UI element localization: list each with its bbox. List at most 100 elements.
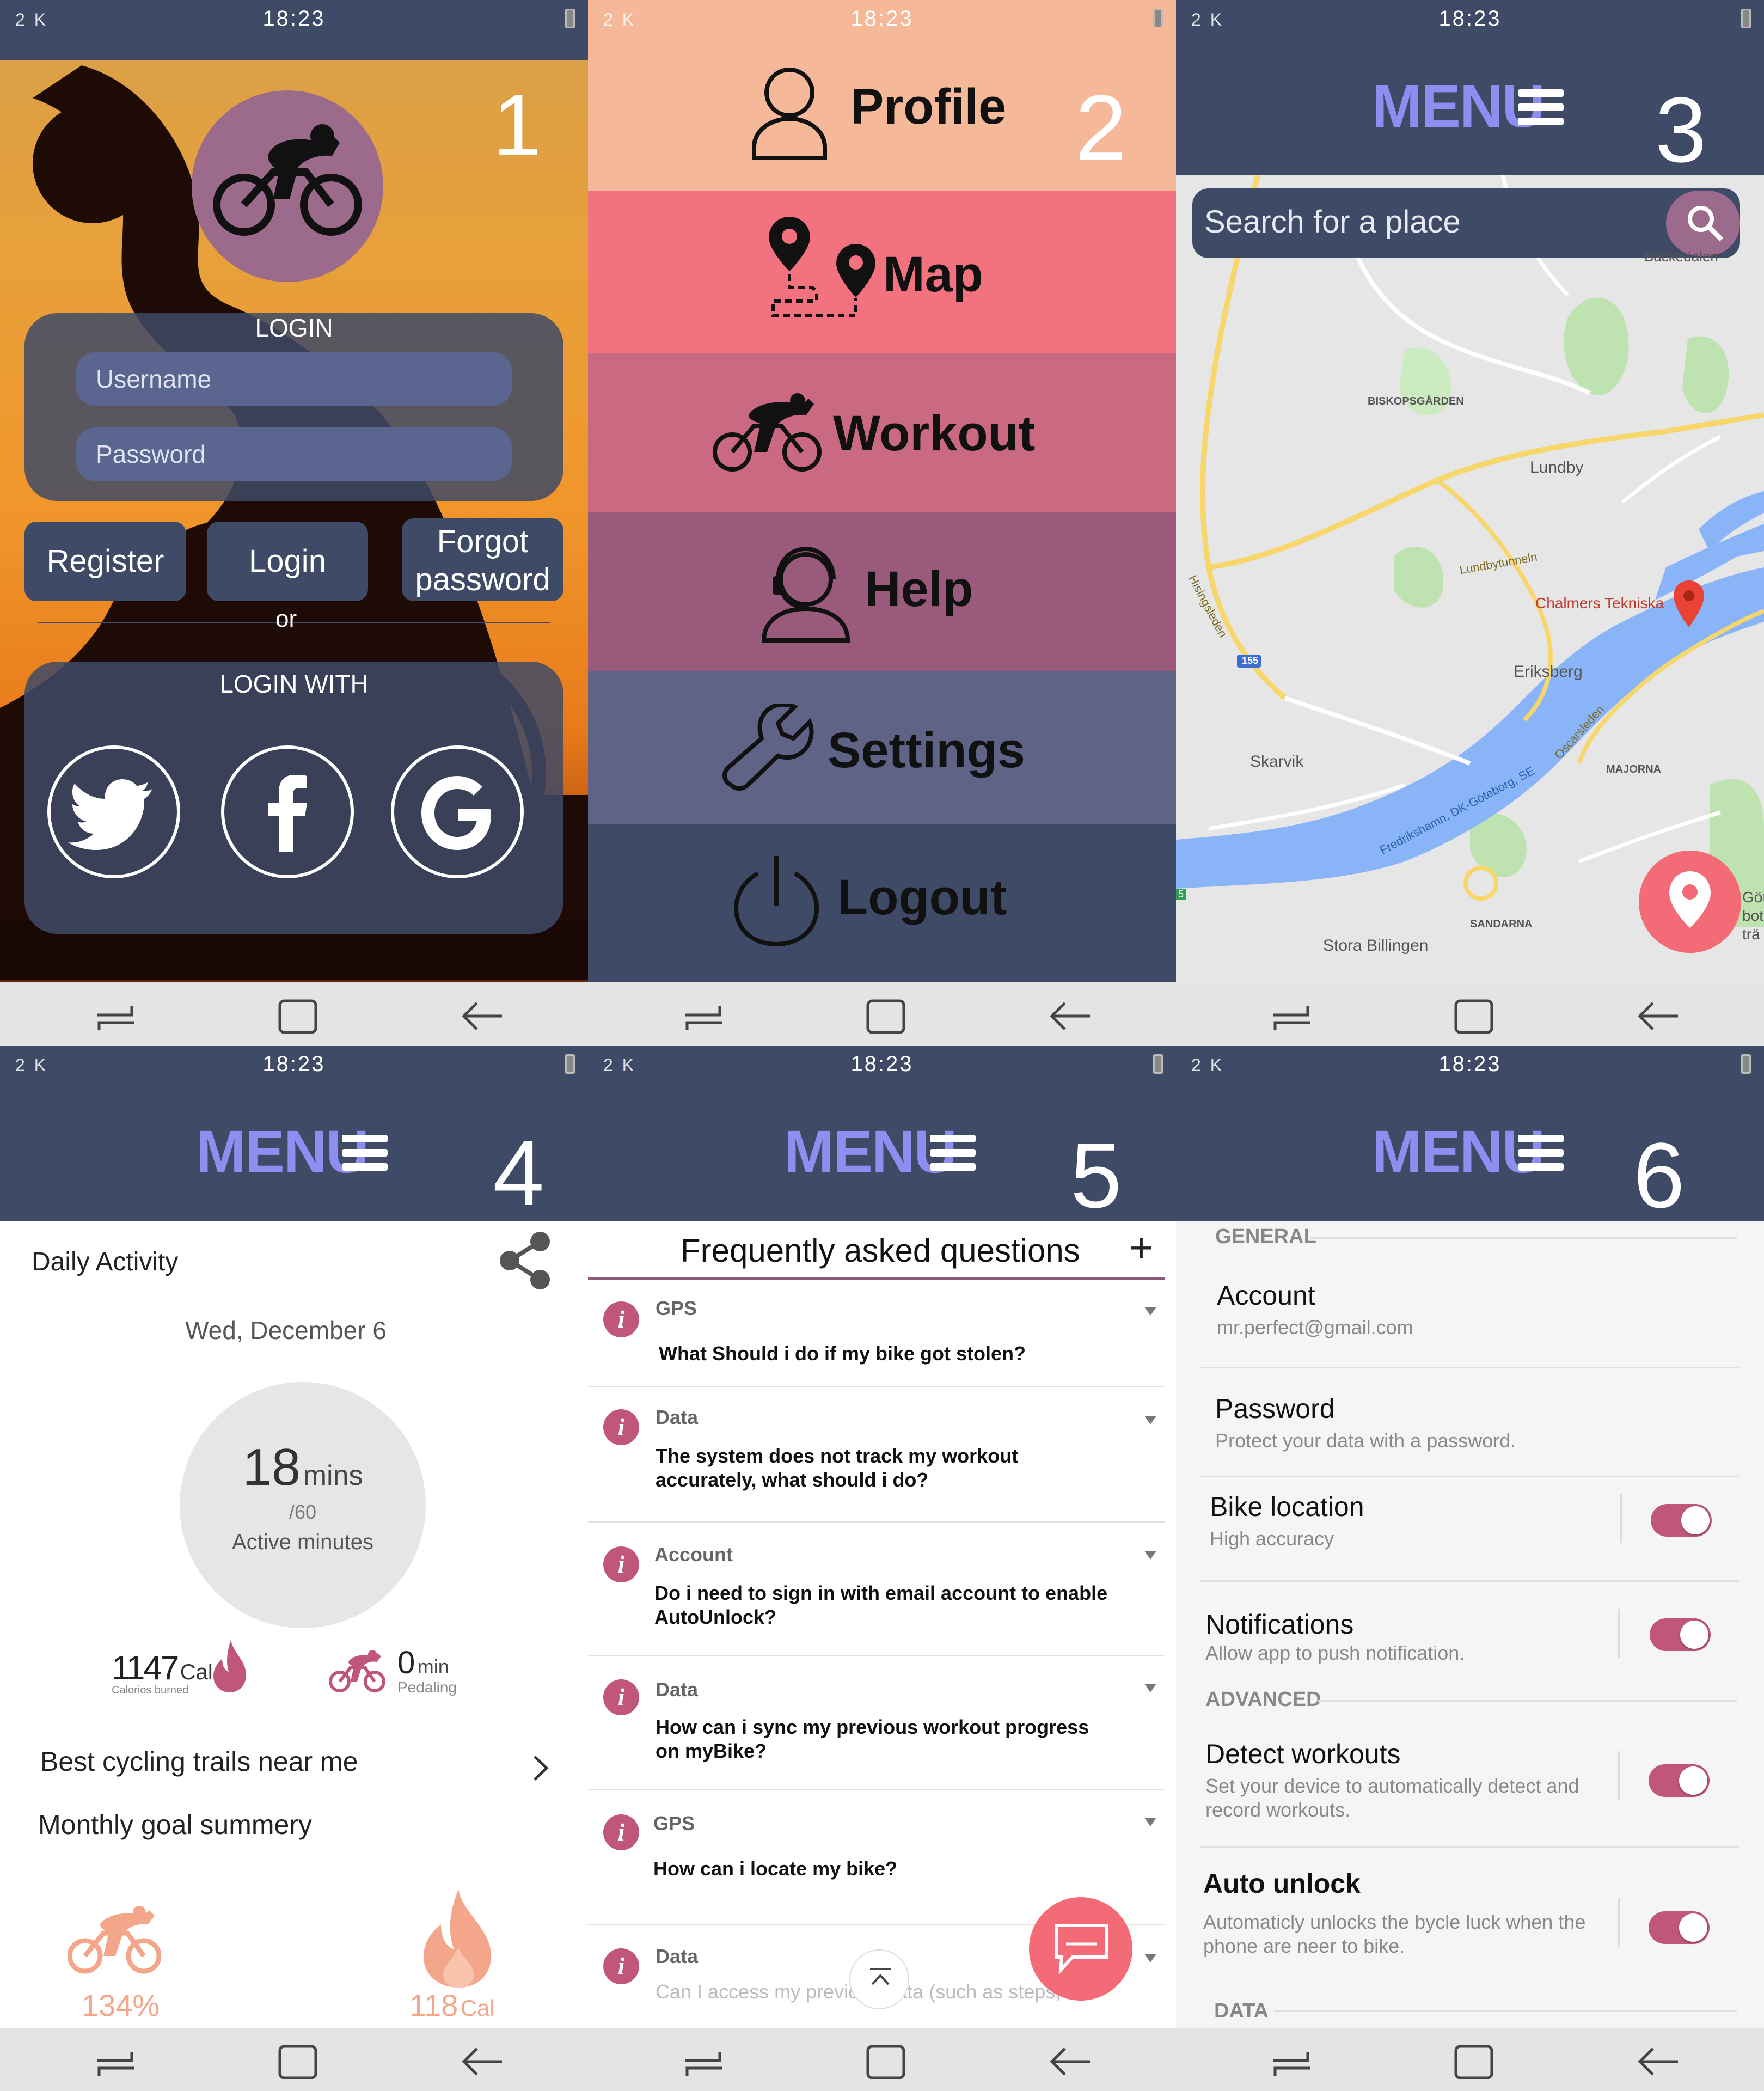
back-icon[interactable]	[461, 2044, 504, 2079]
divider	[1200, 1367, 1739, 1368]
status-bar: 2 K 18:23	[588, 1046, 1176, 1105]
clock: 18:23	[1438, 1052, 1502, 1076]
pedaling-stat: 0 min Pedaling	[397, 1644, 457, 1696]
menu-header[interactable]: MENU 4	[0, 1105, 588, 1221]
auto-unlock-toggle[interactable]	[1649, 1911, 1710, 1944]
chat-icon	[1055, 1924, 1108, 1974]
facebook-button[interactable]	[221, 745, 354, 878]
pedaling-label: Pedaling	[397, 1679, 457, 1696]
status-bar: 2 K 18:23	[0, 1046, 588, 1105]
login-button[interactable]: Login	[207, 522, 368, 601]
home-icon[interactable]	[277, 999, 320, 1034]
forgot-label-line2: password	[415, 562, 550, 597]
recents-icon[interactable]	[682, 2044, 725, 2077]
faq-category: Data	[656, 1406, 699, 1428]
scroll-top-button[interactable]	[849, 1949, 909, 2009]
menu-header[interactable]: MENU 3	[1176, 60, 1764, 176]
faq-item[interactable]: i Data How can i sync my previous workou…	[588, 1656, 1165, 1790]
panel-number: 5	[1070, 1124, 1122, 1227]
power-icon	[734, 856, 819, 946]
profile-icon	[752, 68, 827, 160]
best-trails-label: Best cycling trails near me	[40, 1746, 358, 1777]
faq-question: What Should i do if my bike got stolen?	[659, 1342, 1026, 1365]
setting-notifications[interactable]: Notifications Allow app to push notifica…	[1205, 1609, 1465, 1665]
goal-percent: 134%	[82, 1988, 160, 2022]
system-nav-bar	[0, 2028, 588, 2091]
home-icon[interactable]	[1453, 999, 1496, 1034]
menu-item-profile[interactable]: Profile 2	[588, 27, 1176, 191]
back-icon[interactable]	[1049, 2044, 1092, 2079]
password-field[interactable]: Password	[76, 427, 512, 481]
active-minutes-value: 18	[242, 1438, 301, 1496]
forgot-password-button[interactable]: Forgot password	[402, 518, 564, 601]
toggle-knob	[1680, 1621, 1708, 1649]
wrench-icon	[722, 704, 814, 791]
hamburger-icon	[1518, 89, 1564, 125]
active-minutes-goal: /60	[289, 1501, 317, 1523]
home-icon[interactable]	[1453, 2044, 1496, 2079]
back-icon[interactable]	[1637, 999, 1680, 1034]
goal-calories: 118 Cal	[409, 1988, 495, 2023]
date-label: Wed, December 6	[185, 1316, 387, 1344]
recents-icon[interactable]	[1270, 2044, 1313, 2077]
menu-item-map[interactable]: Map	[588, 191, 1176, 353]
search-icon	[1688, 206, 1724, 242]
setting-detect-workouts[interactable]: Detect workouts Set your device to autom…	[1205, 1738, 1619, 1822]
faq-item[interactable]: i Account Do i need to sign in with emai…	[588, 1523, 1165, 1656]
faq-item[interactable]: i Data The system does not track my work…	[588, 1387, 1165, 1523]
back-icon[interactable]	[1049, 999, 1092, 1034]
home-icon[interactable]	[865, 999, 908, 1034]
info-icon: i	[603, 1948, 639, 1984]
setting-title: Bike location	[1210, 1491, 1364, 1522]
notifications-toggle[interactable]	[1650, 1618, 1711, 1651]
twitter-button[interactable]	[47, 745, 180, 878]
register-button[interactable]: Register	[24, 522, 186, 601]
best-trails-row[interactable]: Best cycling trails near me	[0, 1732, 588, 1792]
home-icon[interactable]	[277, 2044, 320, 2079]
setting-title: Password	[1215, 1393, 1335, 1424]
add-question-button[interactable]: +	[1129, 1224, 1153, 1271]
divider	[1200, 1846, 1739, 1848]
setting-account[interactable]: Account mr.perfect@gmail.com	[1217, 1280, 1413, 1340]
back-icon[interactable]	[1637, 2044, 1680, 2079]
panel-number: 2	[1075, 76, 1127, 180]
setting-auto-unlock[interactable]: Auto unlock Automaticly unlocks the bycl…	[1203, 1868, 1617, 1958]
setting-password[interactable]: Password Protect your data with a passwo…	[1215, 1393, 1516, 1453]
home-icon[interactable]	[865, 2044, 908, 2079]
back-icon[interactable]	[461, 999, 504, 1034]
google-button[interactable]	[391, 745, 524, 878]
chat-button[interactable]	[1029, 1897, 1132, 2001]
my-location-button[interactable]	[1639, 851, 1741, 953]
scroll-up-icon	[870, 1968, 891, 1985]
system-nav-bar	[588, 2028, 1176, 2091]
clock: 18:23	[850, 1052, 914, 1076]
menu-header[interactable]: MENU 6	[1176, 1105, 1764, 1222]
menu-header[interactable]: MENU 5	[588, 1105, 1176, 1227]
recents-icon[interactable]	[94, 2044, 137, 2077]
recents-icon[interactable]	[94, 999, 137, 1031]
menu-item-logout[interactable]: Logout	[588, 824, 1176, 982]
toggle-knob	[1681, 1506, 1710, 1534]
detect-workouts-toggle[interactable]	[1649, 1764, 1710, 1797]
info-icon: i	[603, 1814, 639, 1850]
login-with-title: LOGIN WITH	[219, 670, 369, 698]
faq-item[interactable]: i GPS What Should i do if my bike got st…	[588, 1280, 1165, 1387]
cyclist-icon	[329, 1650, 385, 1692]
search-button[interactable]	[1666, 191, 1740, 256]
setting-title: Account	[1217, 1280, 1315, 1311]
recents-icon[interactable]	[682, 999, 725, 1031]
bike-location-toggle[interactable]	[1651, 1504, 1712, 1537]
recents-icon[interactable]	[1270, 999, 1313, 1031]
toggle-knob	[1679, 1766, 1707, 1795]
menu-item-workout[interactable]: Workout	[588, 353, 1176, 512]
username-field[interactable]: Username	[76, 352, 512, 406]
menu-item-settings[interactable]: Settings	[588, 671, 1176, 824]
setting-bike-location[interactable]: Bike location High accuracy	[1210, 1491, 1364, 1551]
menu-item-help[interactable]: Help	[588, 512, 1176, 671]
share-icon[interactable]	[497, 1231, 556, 1291]
map-screen: 2 K 18:23 MENU 3 Search for a place Back…	[1176, 0, 1764, 1046]
search-bar[interactable]: Search for a place	[1192, 188, 1740, 258]
calories-value: 1147	[112, 1649, 179, 1687]
calories-label: Calorios burned	[112, 1684, 189, 1696]
battery-icon	[565, 1054, 575, 1074]
